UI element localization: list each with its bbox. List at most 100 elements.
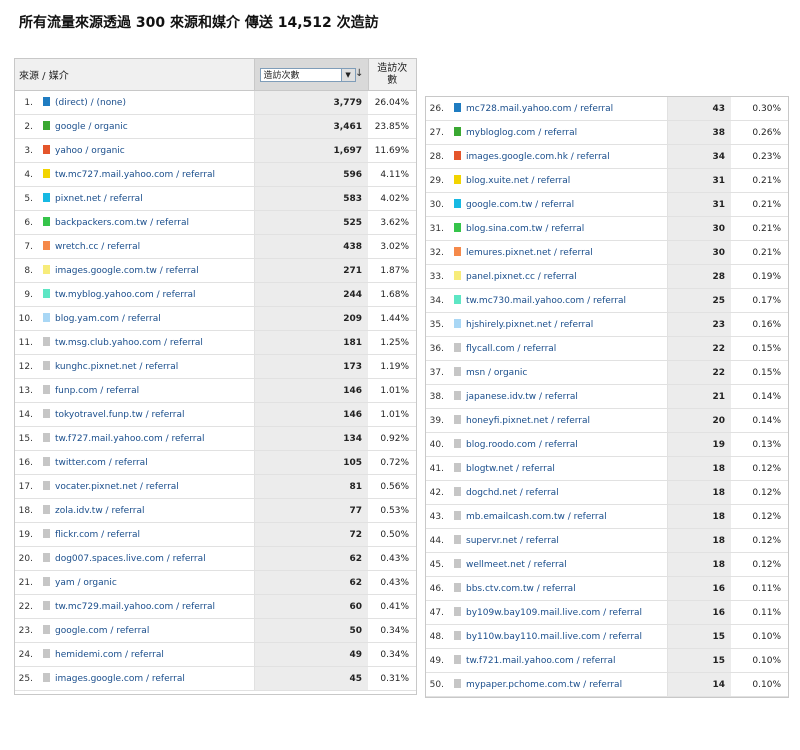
source-medium-link[interactable]: blog.xuite.net / referral: [466, 176, 570, 186]
source-medium-link[interactable]: hjshirely.pixnet.net / referral: [466, 320, 593, 330]
table-row: 23. google.com / referral 50 0.34%: [15, 618, 417, 643]
row-rank: 19.: [15, 522, 39, 547]
color-swatch: [43, 577, 50, 586]
metric-select[interactable]: 造訪次數 ▼: [259, 68, 356, 82]
visits-value: 438: [253, 234, 369, 259]
source-cell: google.com / referral: [39, 618, 255, 643]
sort-descending-icon[interactable]: ↓: [355, 68, 363, 79]
row-rank: 3.: [15, 138, 39, 163]
color-swatch: [454, 271, 461, 280]
color-swatch: [454, 607, 461, 616]
source-medium-link[interactable]: panel.pixnet.cc / referral: [466, 272, 577, 282]
source-medium-link[interactable]: vocater.pixnet.net / referral: [55, 482, 179, 492]
source-medium-link[interactable]: images.google.com.tw / referral: [55, 266, 199, 276]
source-medium-link[interactable]: flycall.com / referral: [466, 344, 556, 354]
source-medium-link[interactable]: tokyotravel.funp.tw / referral: [55, 410, 185, 420]
source-medium-link[interactable]: mybloglog.com / referral: [466, 128, 577, 138]
source-medium-link[interactable]: backpackers.com.tw / referral: [55, 218, 189, 228]
source-medium-link[interactable]: images.google.com / referral: [55, 674, 185, 684]
source-cell: panel.pixnet.cc / referral: [450, 264, 667, 289]
table-row: 50. mypaper.pchome.com.tw / referral 14 …: [426, 672, 788, 697]
source-medium-link[interactable]: tw.myblog.yahoo.com / referral: [55, 290, 196, 300]
source-medium-link[interactable]: dogchd.net / referral: [466, 488, 559, 498]
table-row: 20. dog007.spaces.live.com / referral 62…: [15, 546, 417, 571]
source-medium-link[interactable]: blog.roodo.com / referral: [466, 440, 578, 450]
source-medium-link[interactable]: images.google.com.hk / referral: [466, 152, 610, 162]
source-medium-link[interactable]: blog.sina.com.tw / referral: [466, 224, 584, 234]
source-medium-link[interactable]: by110w.bay110.mail.live.com / referral: [466, 632, 642, 642]
source-medium-link[interactable]: bbs.ctv.com.tw / referral: [466, 584, 576, 594]
source-medium-link[interactable]: msn / organic: [466, 368, 527, 378]
source-medium-link[interactable]: yahoo / organic: [55, 146, 125, 156]
source-medium-link[interactable]: tw.mc730.mail.yahoo.com / referral: [466, 296, 626, 306]
source-medium-link[interactable]: tw.mc729.mail.yahoo.com / referral: [55, 602, 215, 612]
source-cell: hemidemi.com / referral: [39, 642, 255, 667]
visits-value: 43: [666, 97, 731, 121]
color-swatch: [43, 313, 50, 322]
row-rank: 25.: [15, 666, 39, 691]
source-cell: mb.emailcash.com.tw / referral: [450, 504, 667, 529]
source-medium-link[interactable]: (direct) / (none): [55, 98, 126, 108]
color-swatch: [43, 505, 50, 514]
color-swatch: [454, 559, 461, 568]
source-medium-link[interactable]: dog007.spaces.live.com / referral: [55, 554, 206, 564]
source-medium-link[interactable]: twitter.com / referral: [55, 458, 148, 468]
visits-percent: 0.12%: [731, 552, 788, 577]
source-medium-link[interactable]: google.com.tw / referral: [466, 200, 574, 210]
source-medium-link[interactable]: blogtw.net / referral: [466, 464, 555, 474]
source-medium-link[interactable]: supervr.net / referral: [466, 536, 559, 546]
visits-column-header[interactable]: 造訪次數: [367, 59, 417, 91]
source-medium-link[interactable]: wretch.cc / referral: [55, 242, 140, 252]
visits-value: 31: [666, 192, 731, 217]
source-medium-link[interactable]: wellmeet.net / referral: [466, 560, 567, 570]
source-medium-link[interactable]: flickr.com / referral: [55, 530, 140, 540]
visits-value: 62: [253, 570, 369, 595]
source-medium-header[interactable]: 來源 / 媒介: [15, 59, 255, 91]
source-medium-link[interactable]: tw.f727.mail.yahoo.com / referral: [55, 434, 205, 444]
source-medium-link[interactable]: blog.yam.com / referral: [55, 314, 161, 324]
source-medium-link[interactable]: google.com / referral: [55, 626, 149, 636]
visits-value: 19: [666, 432, 731, 457]
visits-value: 18: [666, 456, 731, 481]
visits-percent: 1.44%: [368, 306, 417, 331]
visits-percent: 0.34%: [368, 618, 417, 643]
source-medium-link[interactable]: tw.msg.club.yahoo.com / referral: [55, 338, 203, 348]
table-row: 17. vocater.pixnet.net / referral 81 0.5…: [15, 474, 417, 499]
color-swatch: [454, 511, 461, 520]
source-medium-link[interactable]: mb.emailcash.com.tw / referral: [466, 512, 607, 522]
source-medium-link[interactable]: hemidemi.com / referral: [55, 650, 164, 660]
source-cell: bbs.ctv.com.tw / referral: [450, 576, 667, 601]
source-cell: images.google.com.tw / referral: [39, 258, 255, 283]
source-medium-link[interactable]: lemures.pixnet.net / referral: [466, 248, 593, 258]
source-medium-link[interactable]: kunghc.pixnet.net / referral: [55, 362, 178, 372]
color-swatch: [43, 97, 50, 106]
table-row: 21. yam / organic 62 0.43%: [15, 570, 417, 595]
visits-value: 28: [666, 264, 731, 289]
source-medium-link[interactable]: zola.idv.tw / referral: [55, 506, 144, 516]
source-medium-link[interactable]: mypaper.pchome.com.tw / referral: [466, 680, 622, 690]
source-medium-link[interactable]: tw.f721.mail.yahoo.com / referral: [466, 656, 616, 666]
source-medium-link[interactable]: honeyfi.pixnet.net / referral: [466, 416, 590, 426]
row-rank: 27.: [426, 120, 450, 145]
source-medium-link[interactable]: tw.mc727.mail.yahoo.com / referral: [55, 170, 215, 180]
visits-percent: 4.11%: [368, 162, 417, 187]
row-rank: 7.: [15, 234, 39, 259]
row-rank: 46.: [426, 576, 450, 601]
source-cell: msn / organic: [450, 360, 667, 385]
source-medium-link[interactable]: pixnet.net / referral: [55, 194, 143, 204]
source-medium-link[interactable]: funp.com / referral: [55, 386, 139, 396]
source-cell: by109w.bay109.mail.live.com / referral: [450, 600, 667, 625]
color-swatch: [454, 127, 461, 136]
row-rank: 31.: [426, 216, 450, 241]
source-medium-link[interactable]: yam / organic: [55, 578, 117, 588]
source-medium-link[interactable]: japanese.idv.tw / referral: [466, 392, 578, 402]
source-medium-link[interactable]: google / organic: [55, 122, 128, 132]
dropdown-arrow-icon[interactable]: ▼: [340, 69, 355, 81]
row-rank: 41.: [426, 456, 450, 481]
row-rank: 49.: [426, 648, 450, 673]
traffic-sources-table-left: 來源 / 媒介 造訪次數 ▼ ↓ 造訪次數 1. (direct) / (non…: [14, 58, 417, 695]
source-medium-link[interactable]: mc728.mail.yahoo.com / referral: [466, 104, 613, 114]
source-medium-link[interactable]: by109w.bay109.mail.live.com / referral: [466, 608, 642, 618]
visits-value: 1,697: [253, 138, 369, 163]
visits-value: 15: [666, 624, 731, 649]
